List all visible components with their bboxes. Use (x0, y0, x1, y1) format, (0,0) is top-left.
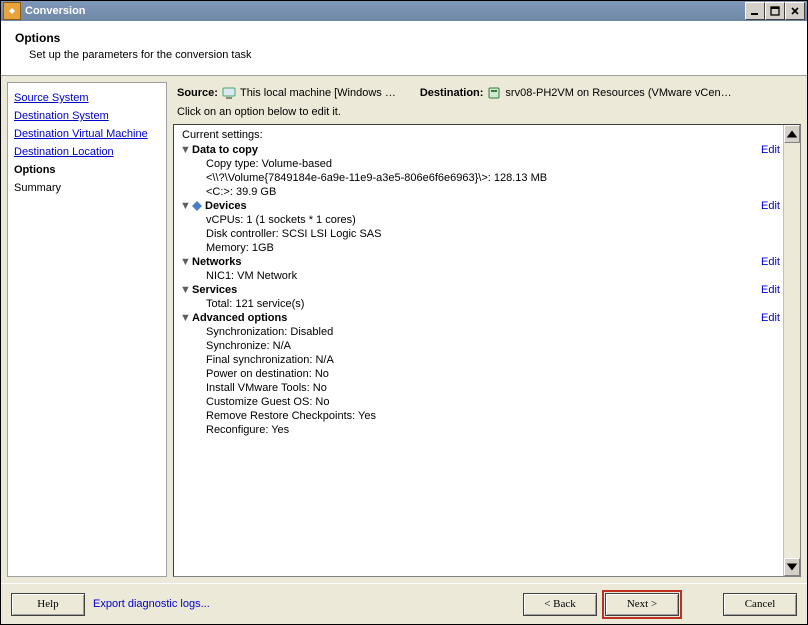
triangle-down-icon: ▼ (180, 256, 190, 268)
triangle-down-icon: ▼ (180, 284, 190, 296)
current-settings-caption: Current settings: (178, 127, 800, 143)
setting-row: <C:>: 39.9 GB (178, 185, 800, 199)
sidebar: Source System Destination System Destina… (7, 82, 167, 577)
instruction-text: Click on an option below to edit it. (173, 106, 801, 124)
triangle-down-icon: ▼ (180, 200, 190, 212)
setting-row: Customize Guest OS: No (178, 395, 800, 409)
destination-value: srv08-PH2VM on Resources (VMware vCen… (505, 87, 731, 99)
section-title: Advanced options (192, 312, 761, 324)
source-dest-bar: Source: This local machine [Windows … De… (173, 82, 801, 106)
diamond-icon (192, 201, 202, 211)
source-value: This local machine [Windows … (240, 87, 396, 99)
sidebar-item-destination-virtual-machine[interactable]: Destination Virtual Machine (14, 125, 160, 143)
host-icon (487, 86, 501, 100)
source-label: Source: (177, 87, 218, 99)
setting-row: Install VMware Tools: No (178, 381, 800, 395)
section-title: Services (192, 284, 761, 296)
sidebar-item-summary: Summary (14, 179, 160, 197)
setting-row: Remove Restore Checkpoints: Yes (178, 409, 800, 423)
cancel-button[interactable]: Cancel (723, 593, 797, 616)
edit-link[interactable]: Edit (761, 256, 780, 268)
setting-row: Synchronize: N/A (178, 339, 800, 353)
export-logs-link[interactable]: Export diagnostic logs... (93, 598, 210, 610)
edit-link[interactable]: Edit (761, 284, 780, 296)
maximize-button[interactable] (765, 2, 785, 20)
triangle-down-icon: ▼ (180, 144, 190, 156)
minimize-button[interactable] (745, 2, 765, 20)
triangle-down-icon: ▼ (180, 312, 190, 324)
window-buttons (745, 2, 805, 20)
section-header[interactable]: ▼Data to copyEdit (178, 143, 800, 157)
window: Conversion Options Set up the parameters… (0, 0, 808, 625)
setting-row: Disk controller: SCSI LSI Logic SAS (178, 227, 800, 241)
section-title: Data to copy (192, 144, 761, 156)
next-button[interactable]: Next > (605, 593, 679, 616)
setting-row: Reconfigure: Yes (178, 423, 800, 437)
section-header[interactable]: ▼ DevicesEdit (178, 199, 800, 213)
section-title: Devices (205, 200, 761, 212)
sidebar-item-options: Options (14, 161, 160, 179)
setting-row: NIC1: VM Network (178, 269, 800, 283)
edit-link[interactable]: Edit (761, 312, 780, 324)
computer-icon (222, 86, 236, 100)
close-button[interactable] (785, 2, 805, 20)
header: Options Set up the parameters for the co… (1, 21, 807, 76)
setting-row: <\\?\Volume{7849184e-6a9e-11e9-a3e5-806e… (178, 171, 800, 185)
destination-label: Destination: (420, 87, 484, 99)
sidebar-item-destination-location[interactable]: Destination Location (14, 143, 160, 161)
setting-row: Power on destination: No (178, 367, 800, 381)
scroll-up-button[interactable] (784, 125, 800, 143)
edit-link[interactable]: Edit (761, 200, 780, 212)
titlebar: Conversion (1, 1, 807, 21)
help-button[interactable]: Help (11, 593, 85, 616)
options-panel-inner: Current settings: ▼Data to copyEditCopy … (174, 125, 800, 576)
scroll-down-button[interactable] (784, 558, 800, 576)
options-panel: Current settings: ▼Data to copyEditCopy … (173, 124, 801, 577)
body: Source System Destination System Destina… (1, 76, 807, 583)
setting-row: Memory: 1GB (178, 241, 800, 255)
footer: Help Export diagnostic logs... < Back Ne… (1, 583, 807, 624)
section-title: Networks (192, 256, 761, 268)
scrollbar[interactable] (783, 125, 800, 576)
main: Source: This local machine [Windows … De… (173, 82, 801, 577)
window-title: Conversion (25, 5, 745, 17)
edit-link[interactable]: Edit (761, 144, 780, 156)
back-button[interactable]: < Back (523, 593, 597, 616)
sidebar-item-destination-system[interactable]: Destination System (14, 107, 160, 125)
setting-row: Synchronization: Disabled (178, 325, 800, 339)
section-header[interactable]: ▼Advanced optionsEdit (178, 311, 800, 325)
setting-row: Copy type: Volume-based (178, 157, 800, 171)
section-header[interactable]: ▼ServicesEdit (178, 283, 800, 297)
setting-row: vCPUs: 1 (1 sockets * 1 cores) (178, 213, 800, 227)
page-title: Options (15, 31, 793, 45)
sidebar-item-source-system[interactable]: Source System (14, 89, 160, 107)
page-subtitle: Set up the parameters for the conversion… (29, 49, 793, 61)
app-icon (3, 2, 21, 20)
setting-row: Total: 121 service(s) (178, 297, 800, 311)
section-header[interactable]: ▼NetworksEdit (178, 255, 800, 269)
setting-row: Final synchronization: N/A (178, 353, 800, 367)
scroll-track[interactable] (784, 143, 800, 558)
